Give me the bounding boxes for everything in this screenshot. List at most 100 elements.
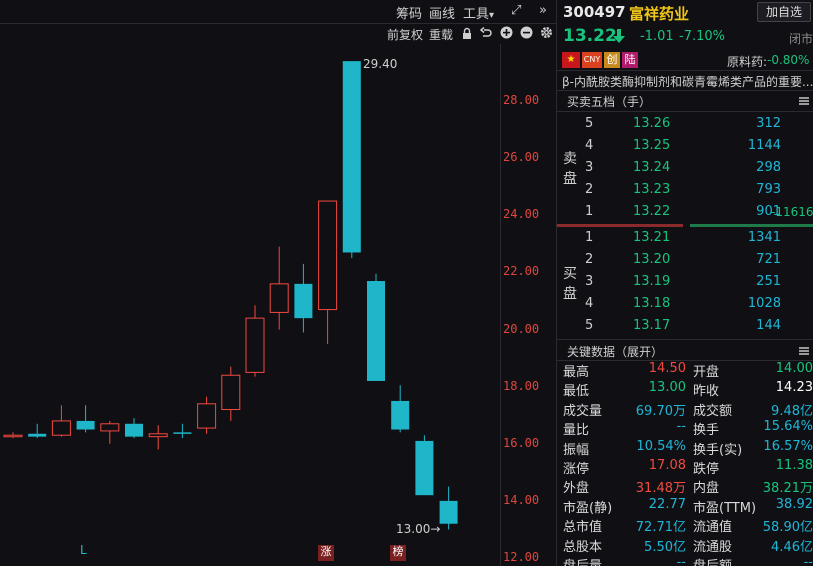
level: 2	[585, 182, 594, 197]
company-description[interactable]: β-内酰胺类酶抑制剂和碳青霉烯类产品的重要...	[562, 73, 813, 90]
sector-change: -0.80%	[767, 53, 810, 67]
sell-order-row[interactable]: 4 13.25 1144	[585, 136, 813, 158]
stock-code: 300497	[563, 3, 626, 21]
key-data-label: 成交量	[563, 403, 603, 419]
marker-l[interactable]: L	[80, 543, 87, 557]
candle[interactable]	[28, 423, 47, 439]
candle-body	[28, 433, 47, 437]
order-volume: 251	[756, 274, 781, 289]
add-watchlist-button[interactable]: 加自选	[757, 2, 811, 22]
candle[interactable]	[391, 385, 410, 433]
order-volume: 312	[756, 116, 781, 131]
level: 5	[585, 116, 594, 131]
sell-order-row[interactable]: 2 13.23 793	[585, 180, 813, 202]
key-data-label: 换手(实)	[693, 442, 743, 458]
order-volume: 1341	[747, 230, 781, 245]
buy-order-row[interactable]: 5 13.17 144	[585, 316, 813, 338]
price-change: -1.01	[640, 29, 674, 44]
key-data-value: --	[676, 555, 686, 566]
low-price-label: 13.00→	[396, 522, 441, 536]
candle-body	[221, 374, 241, 411]
cny-tag[interactable]: CNY	[582, 52, 602, 68]
candle-body	[100, 423, 120, 432]
candle-body	[269, 283, 289, 313]
key-data-value: 69.70万	[635, 403, 686, 419]
candle[interactable]	[245, 305, 265, 377]
menu-icon[interactable]	[799, 347, 809, 355]
key-data-label: 开盘	[693, 365, 720, 380]
level: 4	[585, 138, 594, 153]
key-data-label: 量比	[563, 423, 590, 439]
candle[interactable]	[342, 61, 361, 259]
key-data-label: 盘后额	[693, 555, 732, 566]
candle[interactable]	[439, 486, 458, 530]
candle[interactable]	[294, 263, 313, 333]
china-flag-icon: ★	[562, 52, 580, 68]
marker-dragon-tiger-list[interactable]: 榜	[390, 545, 406, 561]
candle-body	[3, 434, 23, 438]
level: 2	[585, 252, 594, 267]
key-data-value: 11.38	[775, 458, 813, 473]
buy-order-row[interactable]: 4 13.18 1028	[585, 294, 813, 316]
candle-body	[342, 61, 361, 253]
candle[interactable]	[3, 432, 23, 439]
sell-order-row[interactable]: 5 13.26 312	[585, 114, 813, 136]
level: 3	[585, 274, 594, 289]
key-data-label: 总股本	[563, 539, 603, 555]
candle[interactable]	[367, 273, 385, 381]
candle[interactable]	[51, 405, 71, 437]
candle[interactable]	[100, 420, 120, 444]
market-status: 闭市	[789, 32, 813, 46]
order-book-title: 买卖五档（手）	[567, 95, 652, 109]
key-data-value: 22.77	[648, 496, 686, 512]
candle-body	[294, 283, 313, 319]
buy-order-row[interactable]: 2 13.20 721	[585, 250, 813, 272]
candle[interactable]	[173, 423, 192, 439]
key-data-label: 成交额	[693, 403, 733, 419]
order-price: 13.24	[633, 160, 671, 175]
stock-name: 富祥药业	[629, 5, 690, 23]
buy-side-label: 买盘	[563, 266, 577, 302]
down-arrow-icon	[613, 29, 625, 43]
key-data-value: --	[803, 555, 813, 566]
key-data-label: 振幅	[563, 442, 590, 458]
buy-order-row[interactable]: 3 13.19 251	[585, 272, 813, 294]
key-data-value: 31.48万	[635, 481, 686, 497]
chinext-tag[interactable]: 创	[604, 52, 620, 68]
key-data-title[interactable]: 关键数据（展开）	[567, 343, 663, 360]
level: 5	[585, 318, 594, 333]
stock-connect-tag[interactable]: 陆	[622, 52, 638, 68]
order-price: 13.18	[633, 296, 671, 311]
candle-body	[439, 500, 458, 524]
key-data-value: 10.54%	[636, 438, 686, 454]
candle[interactable]	[197, 396, 217, 434]
key-data-label: 市盈(静)	[563, 500, 613, 516]
sector-label[interactable]: 原料药:	[727, 53, 767, 70]
buy-order-row[interactable]: 1 13.21 1341	[585, 228, 813, 250]
candle-body	[367, 281, 385, 381]
sell-pressure-bar	[557, 224, 683, 227]
sell-order-row[interactable]: 3 13.24 298	[585, 158, 813, 180]
key-data-value: 58.90亿	[762, 520, 813, 536]
marker-limit-up[interactable]: 涨	[318, 545, 334, 561]
level: 3	[585, 160, 594, 175]
key-data-label: 流通股	[693, 539, 733, 555]
order-volume: 1028	[747, 296, 781, 311]
candle[interactable]	[125, 418, 143, 439]
key-data-value: 14.50	[648, 361, 686, 376]
key-data-label: 涨停	[563, 462, 590, 477]
menu-icon[interactable]	[799, 97, 809, 105]
candlestick-chart[interactable]	[0, 0, 556, 566]
candle[interactable]	[148, 425, 168, 450]
key-data-label: 流通值	[693, 520, 733, 536]
candle[interactable]	[221, 366, 241, 421]
candle[interactable]	[269, 246, 289, 330]
chart-pane: 筹码 画线 工具▾ ⤢ » 前复权 重载 28.00 26.00 24.00 22.0…	[0, 0, 556, 566]
candle-body	[391, 400, 410, 430]
key-data-value: 13.00	[648, 380, 686, 396]
level: 4	[585, 296, 594, 311]
candle[interactable]	[76, 405, 95, 433]
key-data-value: 17.08	[648, 458, 686, 473]
candle[interactable]	[318, 200, 338, 344]
candle[interactable]	[415, 435, 434, 496]
